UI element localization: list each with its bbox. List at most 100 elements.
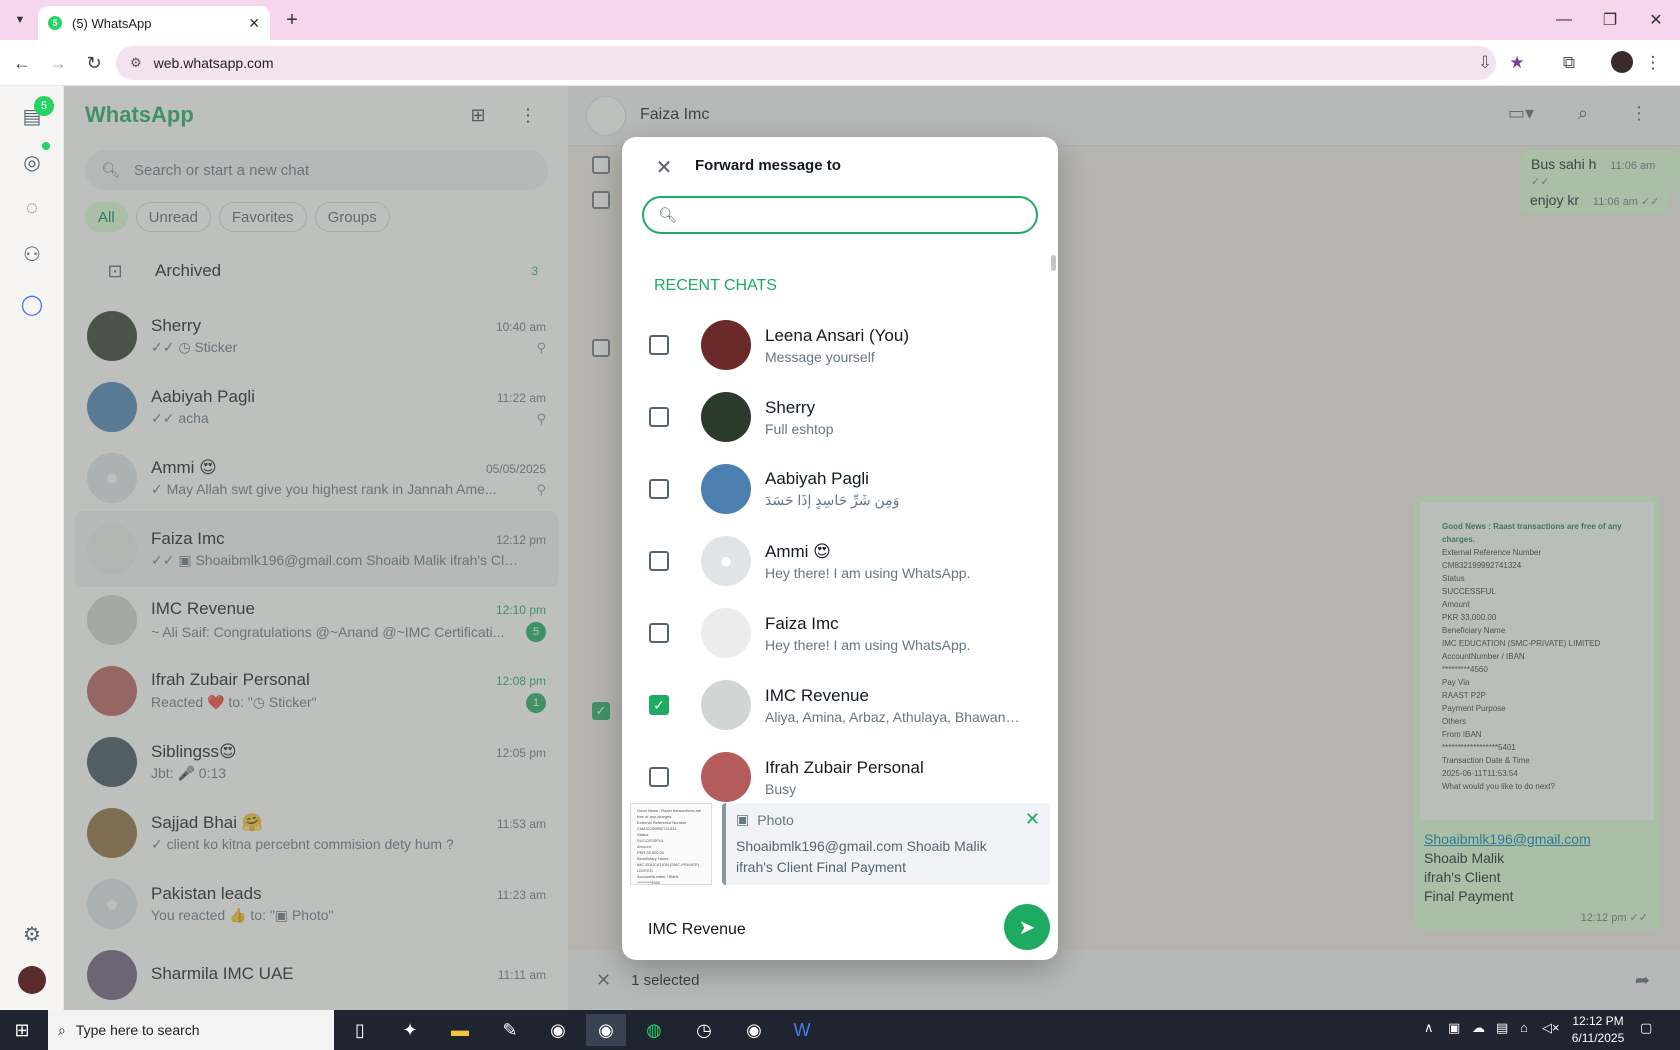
chrome-active-icon[interactable]: ◉ — [586, 1014, 626, 1046]
send-forward-button[interactable]: ➤ — [1004, 904, 1050, 950]
volume-muted-icon[interactable]: ◁× — [1542, 1020, 1560, 1036]
photo-thumbnail: Good News : Raast transactions are free … — [630, 803, 712, 885]
site-info-icon[interactable]: ⚙ — [130, 55, 142, 71]
forward-contact-item[interactable]: Faiza Imc Hey there! I am using WhatsApp. — [622, 597, 1058, 669]
copilot-icon[interactable]: ✦ — [390, 1014, 430, 1046]
clock-app-icon[interactable]: ◷ — [684, 1014, 724, 1046]
restore-icon[interactable]: ❐ — [1590, 6, 1630, 34]
forward-contact-item[interactable]: Leena Ansari (You) Message yourself — [622, 309, 1058, 381]
install-app-icon[interactable]: ⇩ — [1473, 51, 1497, 75]
contact-status: Full eshtop — [765, 420, 834, 437]
dialog-scrollbar[interactable] — [1051, 255, 1056, 271]
back-icon[interactable]: ← — [10, 51, 34, 75]
forward-contact-list: Leena Ansari (You) Message yourself Sherry… — [622, 309, 1058, 835]
url-field[interactable]: ⚙ web.whatsapp.com — [116, 46, 1496, 80]
tray-app-icon[interactable]: ▣ — [1448, 1020, 1460, 1036]
forward-preview: Good News : Raast transactions are free … — [630, 803, 1050, 893]
contact-status: وَمِن شَرِّ حَاسِدٍ إِذَا حَسَدَ — [765, 492, 900, 508]
tray-app-icon[interactable]: ▤ — [1496, 1020, 1508, 1036]
clock-date: 6/11/2025 — [1571, 1031, 1625, 1045]
settings-gear-icon[interactable]: ⚙ — [18, 920, 46, 948]
whatsapp-favicon-icon: 5 — [48, 16, 62, 30]
app-icon[interactable]: ✎ — [490, 1014, 530, 1046]
taskbar-search[interactable]: ⌕ Type here to search — [48, 1010, 334, 1050]
notifications-icon[interactable]: ▢ — [1640, 1020, 1652, 1036]
contact-info: Leena Ansari (You) Message yourself — [751, 326, 909, 365]
my-avatar[interactable] — [18, 966, 46, 994]
contact-name: Ifrah Zubair Personal — [765, 757, 924, 777]
contact-avatar — [701, 752, 751, 802]
browser-tabbar: ▼ 5 (5) WhatsApp ✕ + — ❐ ✕ — [0, 0, 1680, 40]
status-icon[interactable]: ◎ — [18, 148, 46, 176]
tray-chevron-icon[interactable]: ∧ — [1424, 1020, 1434, 1036]
onedrive-icon[interactable]: ☁ — [1472, 1020, 1485, 1036]
tab-search-icon[interactable]: ▼ — [8, 8, 32, 32]
taskbar-clock[interactable]: 12:12 PM 6/11/2025 — [1566, 1013, 1630, 1047]
chrome-icon[interactable]: ◉ — [734, 1014, 774, 1046]
checkbox[interactable] — [649, 551, 669, 571]
quoted-message: ▣ Photo Shoaibmlk196@gmail.com Shoaib Ma… — [722, 803, 1050, 885]
task-view-icon[interactable]: ▯ — [340, 1014, 380, 1046]
checkbox[interactable] — [649, 767, 669, 787]
preview-text: ifrah's Client Final Payment — [736, 859, 906, 875]
tab-title: (5) WhatsApp — [72, 15, 152, 31]
browser-menu-icon[interactable]: ⋮ — [1641, 51, 1665, 75]
contact-avatar — [701, 608, 751, 658]
meta-ai-icon[interactable]: ◯ — [18, 290, 46, 318]
checkbox[interactable] — [649, 479, 669, 499]
contact-name: Ammi 😍 — [765, 541, 831, 561]
checkbox[interactable] — [649, 407, 669, 427]
contact-name: IMC Revenue — [765, 685, 869, 705]
extensions-icon[interactable]: ⧉ — [1557, 51, 1581, 75]
forward-search-input[interactable] — [687, 206, 1036, 224]
contact-name: Faiza Imc — [765, 613, 839, 633]
forward-search-field[interactable]: 🔍︎ — [642, 196, 1038, 234]
contact-status: Message yourself — [765, 348, 875, 365]
file-explorer-icon[interactable]: ▬ — [440, 1014, 480, 1046]
nav-rail: ▤ 5 ◎ ◌ ⚇ ◯ ⚙ — [0, 86, 64, 1010]
contact-avatar — [701, 320, 751, 370]
thumb-line: IMC EDUCATION (SMC-PRIVATE) LIMITED — [637, 862, 700, 873]
forward-contact-item[interactable]: ● Ammi 😍 Hey there! I am using WhatsApp. — [622, 525, 1058, 597]
profile-avatar[interactable] — [1611, 51, 1633, 73]
browser-tab[interactable]: 5 (5) WhatsApp ✕ — [38, 6, 270, 40]
contact-avatar — [701, 392, 751, 442]
forward-contact-item[interactable]: ✓ IMC Revenue Aliya, Amina, Arbaz, Athulay… — [622, 669, 1058, 741]
forward-icon[interactable]: → — [46, 51, 70, 75]
checkbox-checked[interactable]: ✓ — [649, 695, 669, 715]
windows-start-icon[interactable]: ⊞ — [10, 1018, 34, 1042]
network-icon[interactable]: ⌂ — [1520, 1020, 1528, 1035]
contact-name: Aabiyah Pagli — [765, 469, 869, 488]
preview-text: Shoaibmlk196@gmail.com Shoaib Malik — [736, 838, 987, 854]
checkbox[interactable] — [649, 623, 669, 643]
remove-preview-icon[interactable]: ✕ — [1025, 809, 1040, 830]
communities-icon[interactable]: ⚇ — [18, 240, 46, 268]
contact-name: Sherry — [765, 397, 816, 417]
contact-info: IMC Revenue Aliya, Amina, Arbaz, Athulaya… — [751, 686, 1020, 725]
reload-icon[interactable]: ↻ — [82, 51, 106, 75]
chats-unread-badge: 5 — [34, 96, 54, 116]
windows-taskbar: ⊞ ⌕ Type here to search ▯ ✦ ▬ ✎ ◉ ◉ ◍ ◷ … — [0, 1010, 1680, 1050]
bookmark-star-icon[interactable]: ★ — [1505, 51, 1529, 75]
forward-contact-item[interactable]: Sherry Full eshtop — [622, 381, 1058, 453]
new-tab-button[interactable]: + — [280, 8, 304, 32]
checkbox[interactable] — [649, 335, 669, 355]
chrome-icon[interactable]: ◉ — [538, 1014, 578, 1046]
contact-status: Aliya, Amina, Arbaz, Athulaya, Bhawani,.… — [765, 708, 1020, 725]
tab-close-icon[interactable]: ✕ — [248, 15, 260, 32]
minimize-icon[interactable]: — — [1544, 6, 1584, 34]
status-dot — [42, 142, 50, 150]
forward-contact-item[interactable]: Aabiyah Pagli وَمِن شَرِّ حَاسِدٍ إِذَا ح… — [622, 453, 1058, 525]
channels-icon[interactable]: ◌ — [18, 194, 46, 222]
contact-info: Ammi 😍 Hey there! I am using WhatsApp. — [751, 542, 970, 581]
contact-avatar — [701, 680, 751, 730]
close-dialog-icon[interactable]: ✕ — [654, 157, 674, 179]
contact-info: Aabiyah Pagli وَمِن شَرِّ حَاسِدٍ إِذَا ح… — [751, 469, 899, 509]
photo-icon: ▣ — [736, 811, 750, 827]
thumb-line: *********4560 — [637, 880, 660, 885]
thumb-line: Good News : Raast transactions are free … — [637, 808, 702, 819]
whatsapp-icon[interactable]: ◍ — [634, 1014, 674, 1046]
word-icon[interactable]: W — [782, 1014, 822, 1046]
window-close-icon[interactable]: ✕ — [1636, 6, 1676, 34]
contact-status: Hey there! I am using WhatsApp. — [765, 564, 971, 581]
